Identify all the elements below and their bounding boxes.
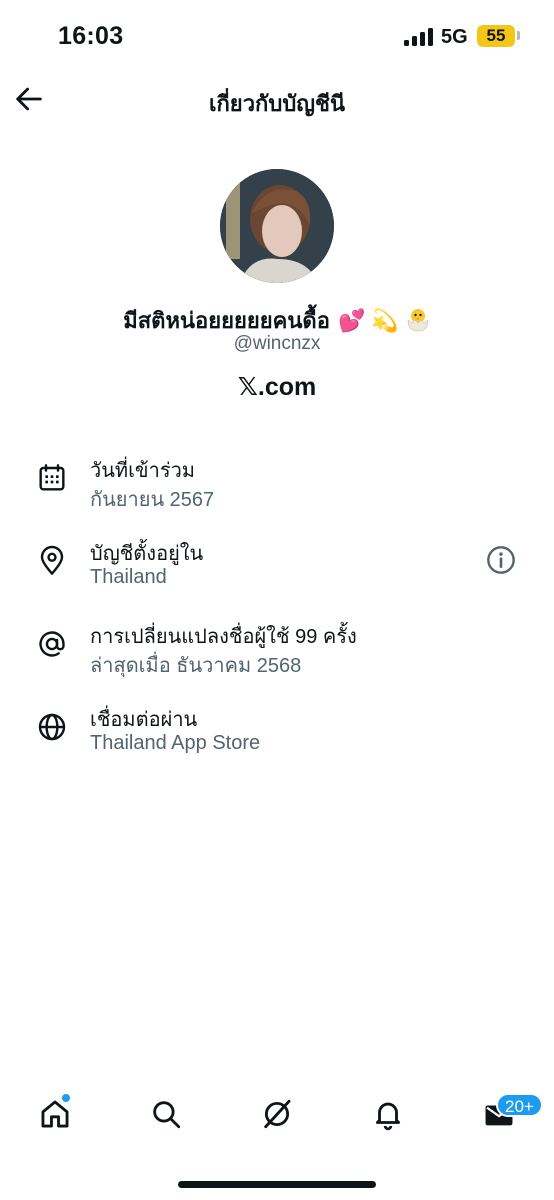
info-row-location: บัญชีตั้งอยู่ใน Thailand — [0, 523, 554, 595]
status-bar: 16:03 5G 55 — [0, 0, 554, 72]
nav-header: เกี่ยวกับบัญชีนี — [0, 72, 554, 128]
at-sign-icon — [39, 631, 65, 657]
tab-notifications[interactable] — [371, 1097, 405, 1131]
page-title: เกี่ยวกับบัญชีนี — [208, 91, 346, 116]
avatar[interactable] — [220, 169, 334, 283]
home-icon — [41, 1100, 69, 1128]
location-pin-icon — [40, 545, 64, 575]
bottom-tab-bar — [0, 1085, 554, 1149]
info-row-connected-via: เชื่อมต่อผ่าน Thailand App Store — [0, 689, 554, 761]
location-info-button[interactable] — [485, 544, 517, 576]
home-indicator[interactable] — [178, 1181, 376, 1188]
row-title: การเปลี่ยนแปลงชื่อผู้ใช้ 99 ครั้ง — [90, 626, 357, 648]
search-icon — [153, 1101, 181, 1129]
row-subtitle: Thailand — [90, 566, 167, 588]
messages-badge: 20+ — [496, 1093, 543, 1117]
site-label: 𝕏.com — [237, 373, 317, 401]
tab-home[interactable] — [38, 1097, 72, 1131]
info-row-join-date: วันที่เข้าร่วม กันยายน 2567 — [0, 440, 554, 512]
username-handle: @wincnzx — [233, 333, 321, 354]
row-title: วันที่เข้าร่วม — [90, 460, 195, 482]
tab-search[interactable] — [149, 1097, 183, 1131]
row-title: บัญชีตั้งอยู่ใน — [90, 543, 204, 565]
hatching-chick-emoji-icon — [405, 306, 431, 332]
home-notification-dot — [62, 1094, 70, 1102]
grok-icon — [264, 1099, 291, 1129]
battery-tip-icon — [517, 31, 520, 40]
row-title: เชื่อมต่อผ่าน — [90, 709, 198, 731]
bell-icon — [375, 1102, 401, 1131]
row-subtitle: Thailand App Store — [90, 732, 261, 754]
battery-level: 55 — [477, 25, 515, 47]
calendar-icon — [39, 464, 65, 491]
info-row-username-changes: การเปลี่ยนแปลงชื่อผู้ใช้ 99 ครั้ง ล่าสุด… — [0, 606, 554, 678]
row-subtitle: ล่าสุดเมื่อ ธันวาคม 2568 — [90, 655, 302, 677]
globe-icon — [38, 713, 66, 741]
cellular-signal-icon — [404, 28, 434, 46]
row-subtitle: กันยายน 2567 — [90, 489, 215, 511]
tab-grok[interactable] — [260, 1097, 294, 1131]
dizzy-star-emoji-icon: 💫 — [371, 308, 399, 333]
info-icon — [487, 546, 515, 574]
status-time: 16:03 — [58, 22, 124, 50]
display-name-text: มีสติหน่อยยยยยคนดื้อ — [123, 308, 330, 333]
network-type: 5G — [441, 26, 468, 48]
two-hearts-emoji-icon: 💕 — [337, 308, 366, 333]
avatar-photo — [220, 169, 334, 283]
